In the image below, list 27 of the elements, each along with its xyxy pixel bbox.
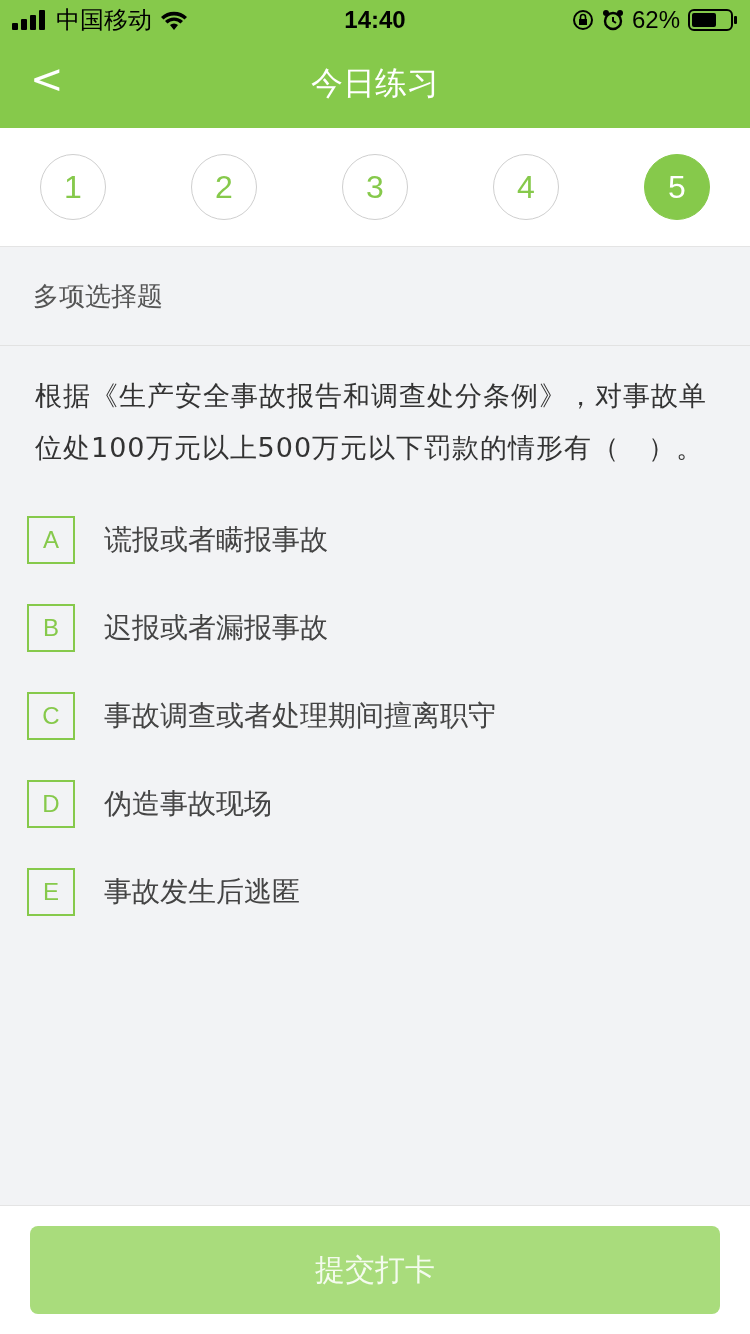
question-step[interactable]: 4 — [493, 154, 559, 220]
option-text[interactable]: 迟报或者漏报事故 — [104, 609, 328, 647]
question-step[interactable]: 5 — [644, 154, 710, 220]
option-text[interactable]: 伪造事故现场 — [104, 785, 272, 823]
option-letter[interactable]: C — [27, 692, 75, 740]
battery-percent: 62% — [631, 6, 680, 34]
rotation-lock-icon — [571, 9, 594, 31]
question-step[interactable]: 3 — [342, 154, 408, 220]
option-text[interactable]: 事故调查或者处理期间擅离职守 — [104, 697, 496, 735]
question-step[interactable]: 1 — [40, 154, 106, 220]
question-step[interactable]: 2 — [191, 154, 257, 220]
signal-icon — [12, 10, 48, 30]
question-text: 根据《生产安全事故报告和调查处分条例》，对事故单位处100万元以上500万元以下罚款的情形有（ ）。 — [35, 379, 708, 465]
wifi-icon — [160, 10, 188, 30]
alarm-icon — [601, 9, 624, 31]
option-letter[interactable]: B — [27, 604, 75, 652]
status-time: 14:40 — [344, 6, 406, 34]
option-text[interactable]: 事故发生后逃匿 — [104, 873, 300, 911]
battery-icon — [688, 9, 738, 31]
back-button[interactable]: < — [22, 56, 72, 102]
option-text[interactable]: 谎报或者瞒报事故 — [104, 521, 328, 559]
option-letter[interactable]: E — [27, 868, 75, 916]
page-title: 今日练习 — [311, 63, 439, 104]
carrier-name: 中国移动 — [56, 5, 152, 35]
question-type: 多项选择题 — [33, 279, 163, 313]
option-letter[interactable]: A — [27, 516, 75, 564]
option-letter[interactable]: D — [27, 780, 75, 828]
